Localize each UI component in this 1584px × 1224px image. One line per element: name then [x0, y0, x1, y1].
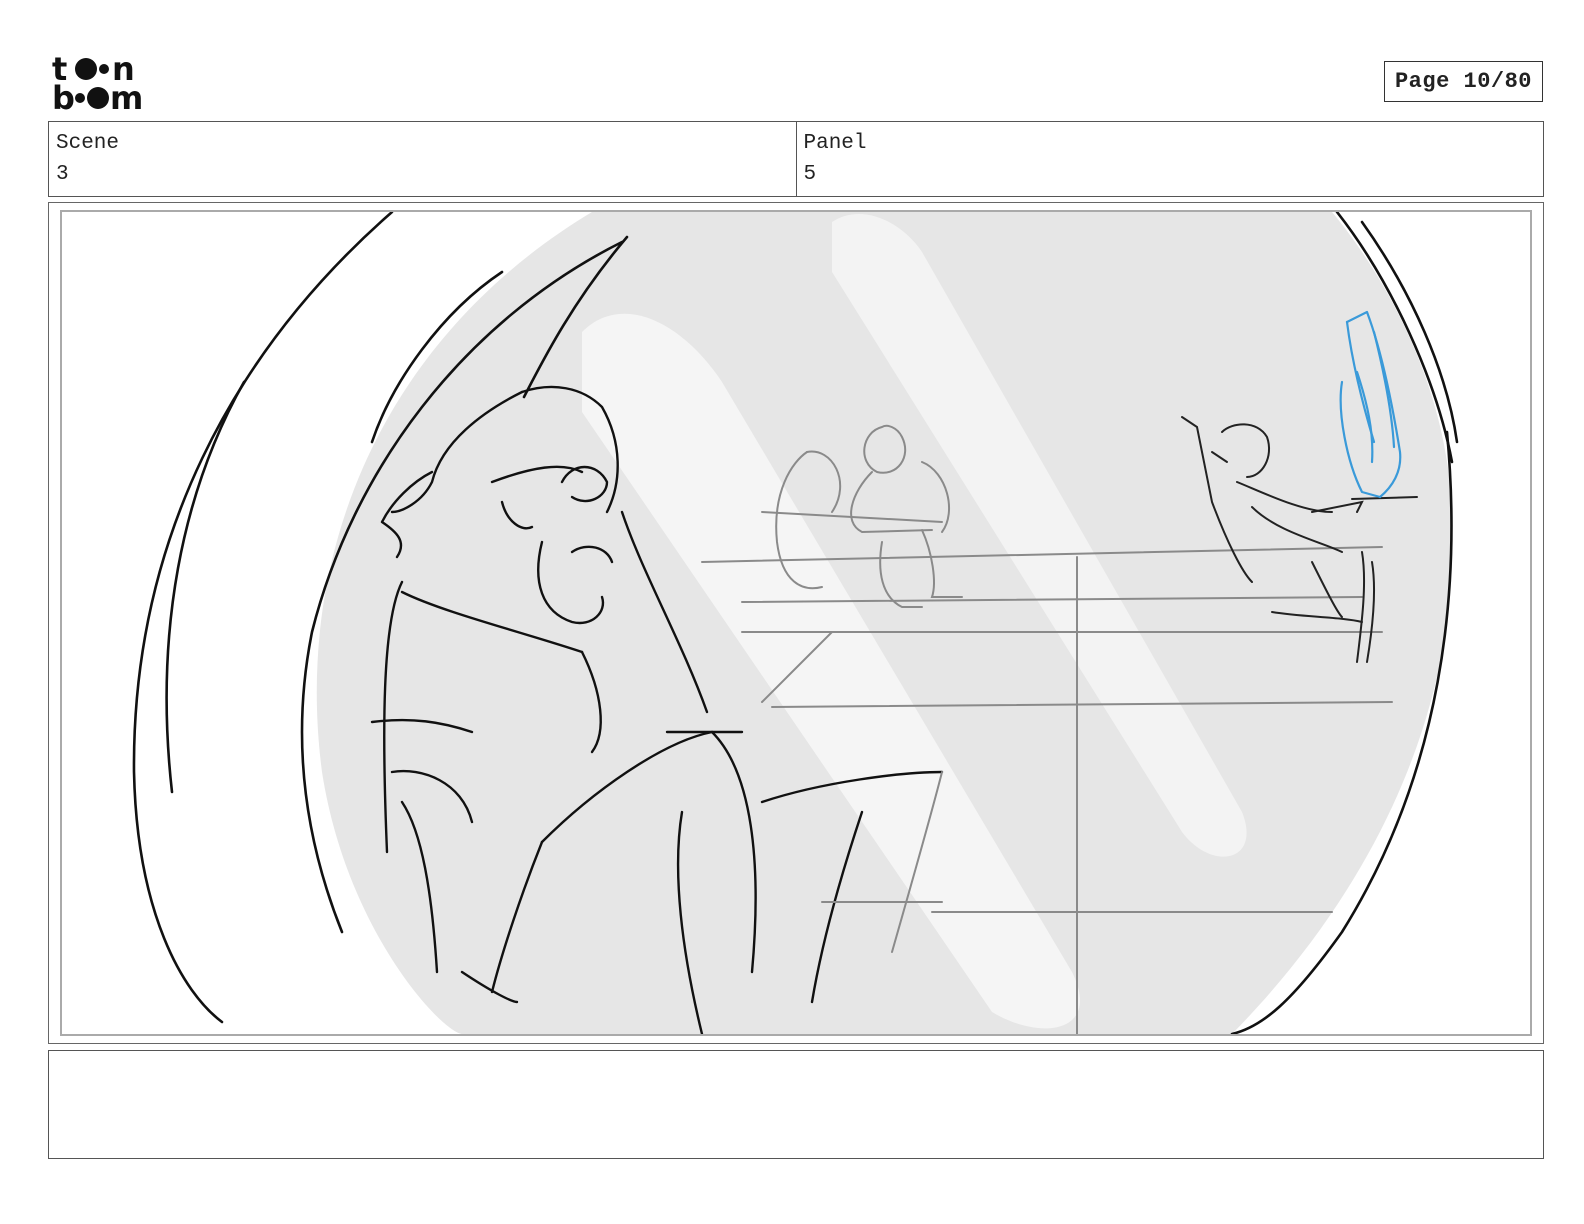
storyboard-panel [60, 210, 1532, 1036]
svg-text:b: b [52, 79, 75, 112]
panel-label: Panel [803, 132, 867, 155]
panel-cell: Panel 5 [795, 122, 1544, 196]
scene-panel-info: Scene 3 Panel 5 [48, 121, 1544, 197]
scene-value: 3 [56, 163, 69, 186]
notes-area [48, 1050, 1544, 1159]
panel-value: 5 [803, 163, 817, 186]
svg-text:m: m [110, 79, 143, 112]
scene-cell: Scene 3 [49, 122, 796, 196]
toon-boom-logo: t n b m [52, 50, 164, 117]
scene-label: Scene [56, 132, 120, 155]
page-number: Page 10/80 [1384, 61, 1543, 102]
sketch-drawing [132, 212, 1459, 1034]
